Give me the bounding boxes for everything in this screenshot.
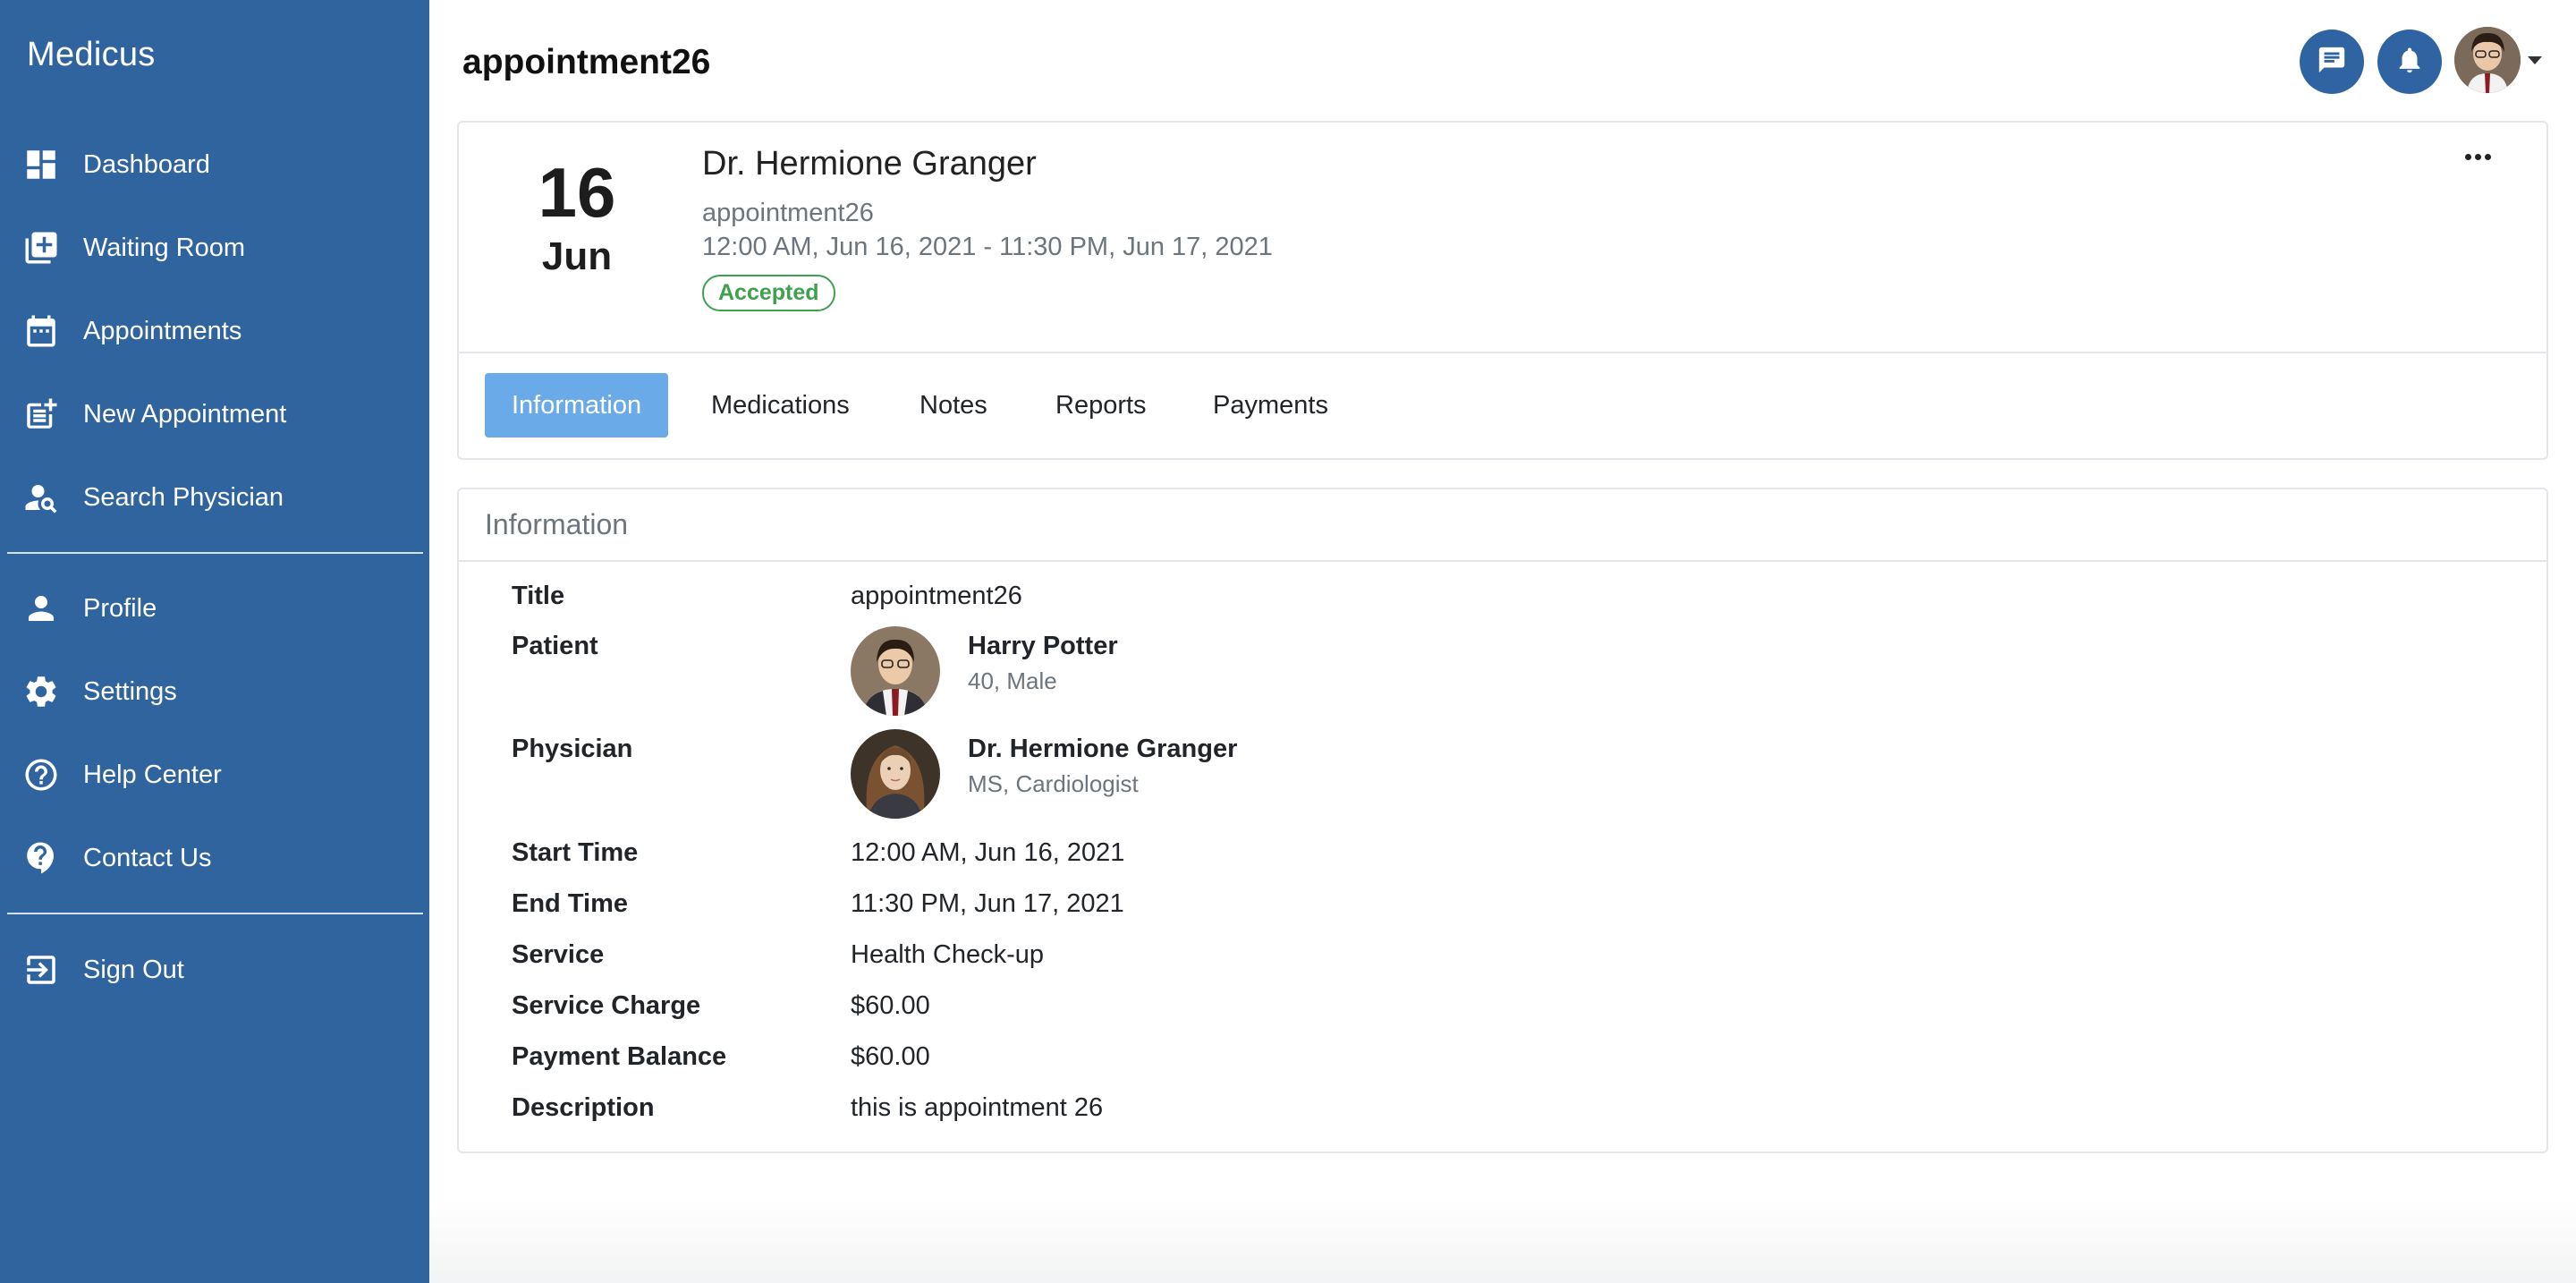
tab-medications[interactable]: Medications — [684, 373, 877, 438]
tab-payments[interactable]: Payments — [1186, 373, 1355, 438]
person-search-icon — [21, 478, 61, 517]
tab-information[interactable]: Information — [485, 373, 669, 438]
information-divider — [459, 560, 2546, 562]
tab-notes[interactable]: Notes — [893, 373, 1014, 438]
label-patient: Patient — [512, 632, 598, 660]
physician-meta: MS, Cardiologist — [968, 770, 1139, 797]
sidebar-item-label: Dashboard — [83, 149, 210, 179]
notifications-button[interactable] — [2377, 30, 2442, 94]
sidebar-item-waiting-room[interactable]: Waiting Room — [0, 212, 429, 284]
sidebar-item-label: Sign Out — [83, 955, 184, 984]
appointment-title: appointment26 — [702, 199, 874, 227]
patient-avatar[interactable] — [851, 626, 940, 716]
value-description: this is appointment 26 — [851, 1093, 1104, 1122]
sidebar-item-search-physician[interactable]: Search Physician — [0, 462, 429, 533]
appointment-physician-name: Dr. Hermione Granger — [702, 145, 1037, 183]
appointment-day: 16 — [538, 153, 616, 232]
sidebar-item-settings[interactable]: Settings — [0, 656, 429, 727]
value-payment-balance: $60.00 — [851, 1042, 930, 1071]
dashboard-icon — [21, 145, 61, 184]
physician-avatar[interactable] — [851, 729, 940, 819]
sidebar-item-label: Search Physician — [83, 482, 284, 512]
label-title: Title — [512, 582, 565, 610]
label-physician: Physician — [512, 735, 633, 763]
tab-reports[interactable]: Reports — [1029, 373, 1174, 438]
calendar-icon — [21, 311, 61, 351]
label-service: Service — [512, 940, 605, 969]
help-circle-icon — [21, 755, 61, 794]
label-end-time: End Time — [512, 889, 628, 918]
gear-icon — [21, 672, 61, 711]
sidebar-divider — [7, 552, 423, 554]
sidebar-item-new-appointment[interactable]: New Appointment — [0, 378, 429, 450]
sidebar-item-label: Waiting Room — [83, 233, 246, 262]
status-badge: Accepted — [702, 275, 835, 311]
sidebar-item-label: Help Center — [83, 760, 222, 789]
patient-name[interactable]: Harry Potter — [968, 632, 1118, 661]
information-heading: Information — [485, 508, 629, 540]
label-payment-balance: Payment Balance — [512, 1042, 727, 1071]
sidebar-item-label: Appointments — [83, 316, 242, 345]
value-service-charge: $60.00 — [851, 991, 930, 1020]
label-start-time: Start Time — [512, 838, 639, 867]
label-service-charge: Service Charge — [512, 991, 701, 1020]
header-divider — [459, 352, 2546, 353]
more-options-icon[interactable] — [2465, 154, 2491, 160]
sidebar-divider — [7, 913, 423, 914]
information-card — [457, 488, 2548, 1153]
bottom-shade — [429, 1199, 2576, 1283]
label-description: Description — [512, 1093, 655, 1122]
bell-icon — [2394, 45, 2425, 80]
value-start-time: 12:00 AM, Jun 16, 2021 — [851, 838, 1125, 867]
sidebar-item-label: Settings — [83, 676, 177, 706]
logout-icon — [21, 950, 61, 990]
patient-meta: 40, Male — [968, 667, 1057, 694]
page-title: appointment26 — [462, 43, 711, 81]
sidebar: Medicus Dashboard Waiting Room Appointme… — [0, 0, 429, 1283]
person-icon — [21, 589, 61, 628]
post-add-icon — [21, 395, 61, 434]
sidebar-item-contact-us[interactable]: Contact Us — [0, 822, 429, 894]
sidebar-item-label: Profile — [83, 593, 157, 623]
value-end-time: 11:30 PM, Jun 17, 2021 — [851, 889, 1124, 918]
help-bubble-icon — [21, 838, 61, 878]
sidebar-item-appointments[interactable]: Appointments — [0, 295, 429, 367]
brand-logo-text[interactable]: Medicus — [27, 36, 156, 74]
messages-button[interactable] — [2300, 30, 2364, 94]
value-service: Health Check-up — [851, 940, 1044, 969]
chat-icon — [2317, 45, 2347, 80]
sidebar-item-dashboard[interactable]: Dashboard — [0, 129, 429, 200]
appointment-time-range: 12:00 AM, Jun 16, 2021 - 11:30 PM, Jun 1… — [702, 233, 1273, 261]
sidebar-item-label: New Appointment — [83, 399, 287, 429]
value-title: appointment26 — [851, 582, 1022, 610]
sidebar-item-profile[interactable]: Profile — [0, 573, 429, 644]
sidebar-item-sign-out[interactable]: Sign Out — [0, 934, 429, 1006]
sidebar-item-label: Contact Us — [83, 843, 212, 872]
sidebar-item-help-center[interactable]: Help Center — [0, 739, 429, 811]
queue-add-icon — [21, 228, 61, 268]
appointment-month: Jun — [541, 234, 613, 278]
chevron-down-icon[interactable] — [2528, 56, 2542, 64]
physician-name[interactable]: Dr. Hermione Granger — [968, 735, 1237, 764]
user-avatar[interactable] — [2454, 27, 2521, 93]
